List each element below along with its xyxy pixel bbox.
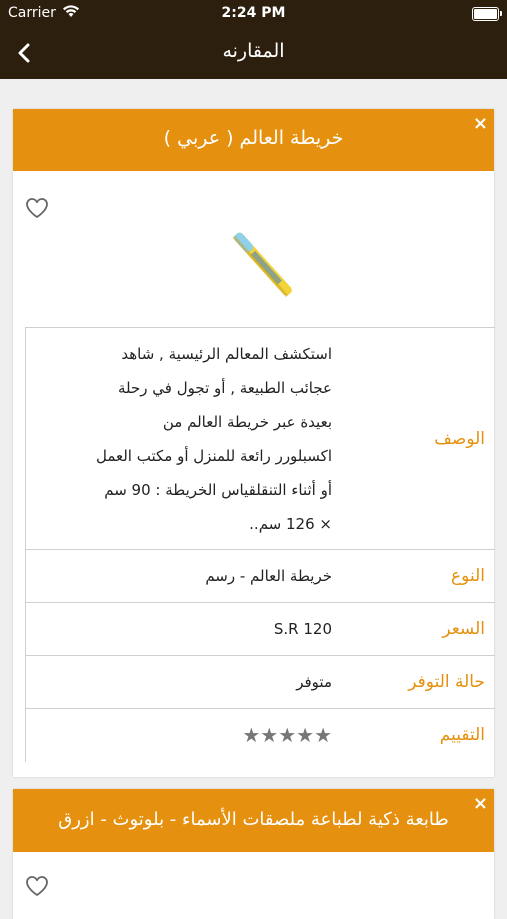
description-line: عجائب الطبيعة , أو تجول في رحلة — [118, 378, 332, 397]
type-label: النوع — [340, 549, 495, 603]
availability-value: متوفر — [25, 655, 340, 709]
availability-label: حالة التوفر — [340, 655, 495, 709]
description-label: الوصف — [340, 327, 495, 550]
table-row: متوفر حالة التوفر — [25, 655, 495, 709]
battery-icon — [472, 7, 502, 21]
heart-icon[interactable] — [25, 875, 49, 897]
product-card-header: × خريطة العالم ( عربي ) — [13, 109, 494, 171]
nav-bar: المقارنه — [0, 28, 507, 79]
product-card: × خريطة العالم ( عربي ) استكشف المعالم ا… — [13, 109, 495, 777]
type-value: خريطة العالم - رسم — [25, 549, 340, 603]
product-title: طابعة ذكية لطباعة ملصقات الأسماء - بلوتو… — [58, 809, 449, 830]
description-line: اكسبلورر رائعة للمنزل أو مكتب العمل — [95, 446, 332, 465]
specs-table: استكشف المعالم الرئيسية , شاهد عجائب الط… — [25, 327, 495, 762]
product-title: خريطة العالم ( عربي ) — [163, 127, 344, 149]
status-bar: Carrier 2:24 PM — [0, 0, 507, 28]
table-row: S.R 120 السعر — [25, 602, 495, 656]
rating-value: ★★★★★ — [25, 708, 340, 762]
description-line: بعيدة عبر خريطة العالم من — [162, 412, 332, 431]
product-image — [232, 232, 292, 298]
product-card-header: × طابعة ذكية لطباعة ملصقات الأسماء - بلو… — [13, 789, 494, 852]
table-row: خريطة العالم - رسم النوع — [25, 549, 495, 603]
price-value: S.R 120 — [25, 602, 340, 656]
price-label: السعر — [340, 602, 495, 656]
description-line: أو أثناء التنقلقياس الخريطة : 90 سم — [104, 480, 332, 499]
table-row: ★★★★★ التقييم — [25, 708, 495, 762]
heart-icon[interactable] — [25, 197, 49, 219]
table-row: استكشف المعالم الرئيسية , شاهد عجائب الط… — [25, 327, 495, 550]
clock: 2:24 PM — [221, 5, 286, 21]
description-value: استكشف المعالم الرئيسية , شاهد عجائب الط… — [25, 327, 340, 550]
rating-stars: ★★★★★ — [242, 723, 332, 748]
description-line: × 126 سم.. — [249, 514, 332, 533]
page-title: المقارنه — [222, 40, 285, 62]
rating-label: التقييم — [340, 708, 495, 762]
close-icon[interactable]: × — [473, 113, 488, 134]
description-line: استكشف المعالم الرئيسية , شاهد — [121, 344, 332, 363]
close-icon[interactable]: × — [473, 793, 488, 814]
